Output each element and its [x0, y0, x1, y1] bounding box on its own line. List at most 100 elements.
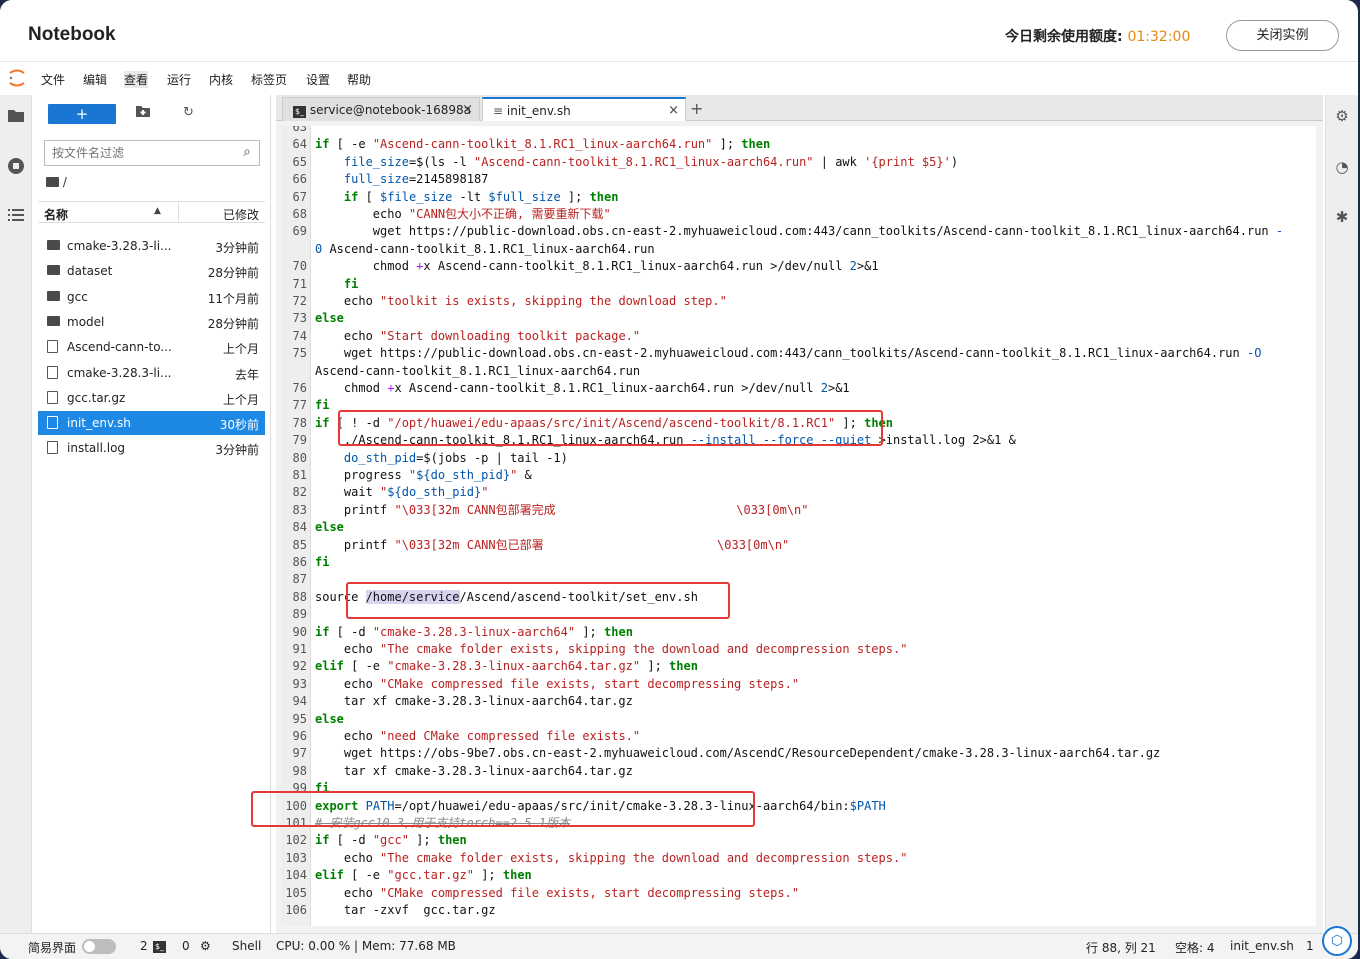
breadcrumb[interactable]: / — [46, 175, 67, 189]
code-line[interactable]: echo "Start downloading toolkit package.… — [315, 328, 640, 345]
code-line[interactable]: Ascend-cann-toolkit_8.1.RC1_linux-aarch6… — [315, 363, 640, 380]
kernel-name[interactable]: Shell — [232, 939, 261, 953]
line-number: 92 — [292, 659, 307, 674]
code-line[interactable]: echo "CANN包大小不正确, 需要重新下载" — [315, 206, 611, 223]
file-row[interactable]: Ascend-cann-to... 上个月 — [38, 335, 265, 359]
line-number: 80 — [292, 450, 307, 465]
line-number: 83 — [292, 502, 307, 517]
code-line[interactable]: elif [ -e "gcc.tar.gz" ]; then — [315, 867, 532, 884]
tab-terminal[interactable]: $_ service@notebook-16898a × — [282, 97, 480, 121]
folder-icon[interactable] — [6, 107, 26, 127]
code-line[interactable]: full_size=2145898187 — [315, 171, 489, 188]
code-line[interactable]: printf "\033[32m CANN包已部署 \033[0m\n" — [315, 537, 789, 554]
line-number: 87 — [292, 572, 307, 587]
code-line[interactable]: else — [315, 711, 344, 728]
file-name: gcc — [67, 289, 88, 304]
code-line[interactable]: tar -zxvf gcc.tar.gz — [315, 902, 496, 919]
add-tab-icon[interactable]: + — [690, 99, 703, 118]
menu-view[interactable]: 查看 — [124, 71, 149, 88]
simple-mode-toggle[interactable] — [82, 939, 116, 954]
cursor-position[interactable]: 行 88, 列 21 — [1086, 939, 1156, 956]
code-line[interactable]: wget https://public-download.obs.cn-east… — [315, 345, 1262, 362]
close-icon[interactable]: × — [668, 99, 679, 123]
line-number: 66 — [292, 172, 307, 187]
file-row[interactable]: model 28分钟前 — [38, 310, 265, 334]
file-row[interactable]: cmake-3.28.3-li... 去年 — [38, 361, 265, 385]
code-line[interactable]: fi — [315, 276, 358, 293]
line-number: 91 — [292, 642, 307, 656]
file-row[interactable]: gcc.tar.gz 上个月 — [38, 386, 265, 410]
code-line[interactable]: if [ -d "gcc" ]; then — [315, 832, 467, 849]
menu-tabs[interactable]: 标签页 — [251, 71, 287, 88]
column-name[interactable]: 名称 — [44, 206, 68, 223]
breadcrumb-root[interactable]: / — [63, 175, 67, 189]
debugger-gauge-icon[interactable]: ◔ — [1332, 157, 1352, 177]
line-number: 103 — [285, 850, 307, 865]
column-modified[interactable]: 已修改 — [223, 206, 259, 223]
code-line[interactable]: echo "toolkit is exists, skipping the do… — [315, 293, 727, 310]
code-line[interactable]: if [ -e "Ascend-cann-toolkit_8.1.RC1_lin… — [315, 136, 770, 153]
property-inspector-icon[interactable]: ⚙ — [1332, 106, 1352, 126]
code-line[interactable]: printf "\033[32m CANN包部署完成 \033[0m\n" — [315, 502, 809, 519]
file-filter-input[interactable] — [45, 141, 225, 165]
code-line[interactable]: echo "CMake compressed file exists, star… — [315, 676, 799, 693]
kernel-gear-icon[interactable]: ⚙ — [200, 939, 211, 953]
running-icon[interactable] — [6, 157, 26, 177]
code-line[interactable]: fi — [315, 397, 329, 414]
code-line[interactable]: if [ $file_size -lt $full_size ]; then — [315, 189, 619, 206]
code-line[interactable]: elif [ -e "cmake-3.28.3-linux-aarch64.ta… — [315, 658, 698, 675]
file-row[interactable]: gcc 11个月前 — [38, 285, 265, 309]
code-line[interactable]: echo "The cmake folder exists, skipping … — [315, 850, 908, 867]
file-row[interactable]: dataset 28分钟前 — [38, 259, 265, 283]
toc-icon[interactable] — [6, 207, 26, 227]
file-row[interactable]: init_env.sh 30秒前 — [38, 411, 265, 436]
code-line[interactable]: do_sth_pid=$(jobs -p | tail -1) — [315, 450, 568, 467]
close-icon[interactable]: × — [462, 98, 473, 122]
folder-icon — [47, 264, 61, 276]
code-line[interactable]: tar xf cmake-3.28.3-linux-aarch64.tar.gz — [315, 763, 633, 780]
code-line[interactable]: chmod +x Ascend-cann-toolkit_8.1.RC1_lin… — [315, 380, 850, 397]
tab-init-env[interactable]: ≡ init_env.sh × — [482, 97, 686, 121]
indent-setting[interactable]: 空格: 4 — [1175, 939, 1215, 956]
file-row[interactable]: install.log 3分钟前 — [38, 436, 265, 460]
menu-kernel[interactable]: 内核 — [209, 71, 233, 88]
code-line[interactable]: tar xf cmake-3.28.3-linux-aarch64.tar.gz — [315, 693, 633, 710]
menu-run[interactable]: 运行 — [167, 71, 191, 88]
menu-settings[interactable]: 设置 — [306, 71, 330, 88]
close-instance-button[interactable]: 关闭实例 — [1226, 20, 1339, 51]
new-folder-icon[interactable] — [136, 105, 150, 121]
code-line[interactable]: 0 Ascend-cann-toolkit_8.1.RC1_linux-aarc… — [315, 241, 655, 258]
line-number: 85 — [292, 537, 307, 552]
code-line[interactable]: wait "${do_sth_pid}" — [315, 484, 489, 501]
code-line[interactable]: if [ -d "cmake-3.28.3-linux-aarch64" ]; … — [315, 624, 633, 641]
terminal-count: 2 — [140, 939, 148, 953]
code-line[interactable]: file_size=$(ls -l "Ascend-cann-toolkit_8… — [315, 154, 958, 171]
refresh-icon[interactable]: ↻ — [183, 105, 194, 120]
file-row[interactable]: cmake-3.28.3-li... 3分钟前 — [38, 234, 265, 258]
menu-file[interactable]: 文件 — [41, 71, 65, 88]
menu-edit[interactable]: 编辑 — [83, 71, 107, 88]
new-launcher-button[interactable]: + — [48, 104, 116, 124]
code-line[interactable]: echo "need CMake compressed file exists.… — [315, 728, 640, 745]
code-line[interactable]: else — [315, 310, 344, 327]
sort-up-icon[interactable]: ▲ — [154, 206, 161, 216]
bug-icon[interactable]: ✱ — [1332, 207, 1352, 227]
terminal-icon: $_ — [153, 941, 166, 953]
code-line[interactable]: progress "${do_sth_pid}" & — [315, 467, 532, 484]
file-filter-field[interactable]: ⌕ — [44, 140, 260, 166]
code-line[interactable]: echo "The cmake folder exists, skipping … — [315, 641, 908, 658]
code-line[interactable]: fi — [315, 554, 329, 571]
line-number: 79 — [292, 433, 307, 448]
tab-init-env-label: init_env.sh — [506, 104, 571, 118]
column-divider[interactable] — [178, 202, 179, 223]
line-number — [281, 363, 311, 380]
assistant-fab-icon[interactable]: ⬡ — [1322, 926, 1352, 956]
code-line[interactable]: chmod +x Ascend-cann-toolkit_8.1.RC1_lin… — [315, 258, 879, 275]
code-line[interactable]: else — [315, 519, 344, 536]
code-line[interactable]: echo "CMake compressed file exists, star… — [315, 885, 799, 902]
menu-help[interactable]: 帮助 — [347, 71, 371, 88]
line-number: 88 — [292, 589, 307, 604]
line-number: 73 — [292, 311, 307, 326]
code-line[interactable]: wget https://obs-9be7.obs.cn-east-2.myhu… — [315, 745, 1160, 762]
code-line[interactable]: wget https://public-download.obs.cn-east… — [315, 223, 1283, 240]
